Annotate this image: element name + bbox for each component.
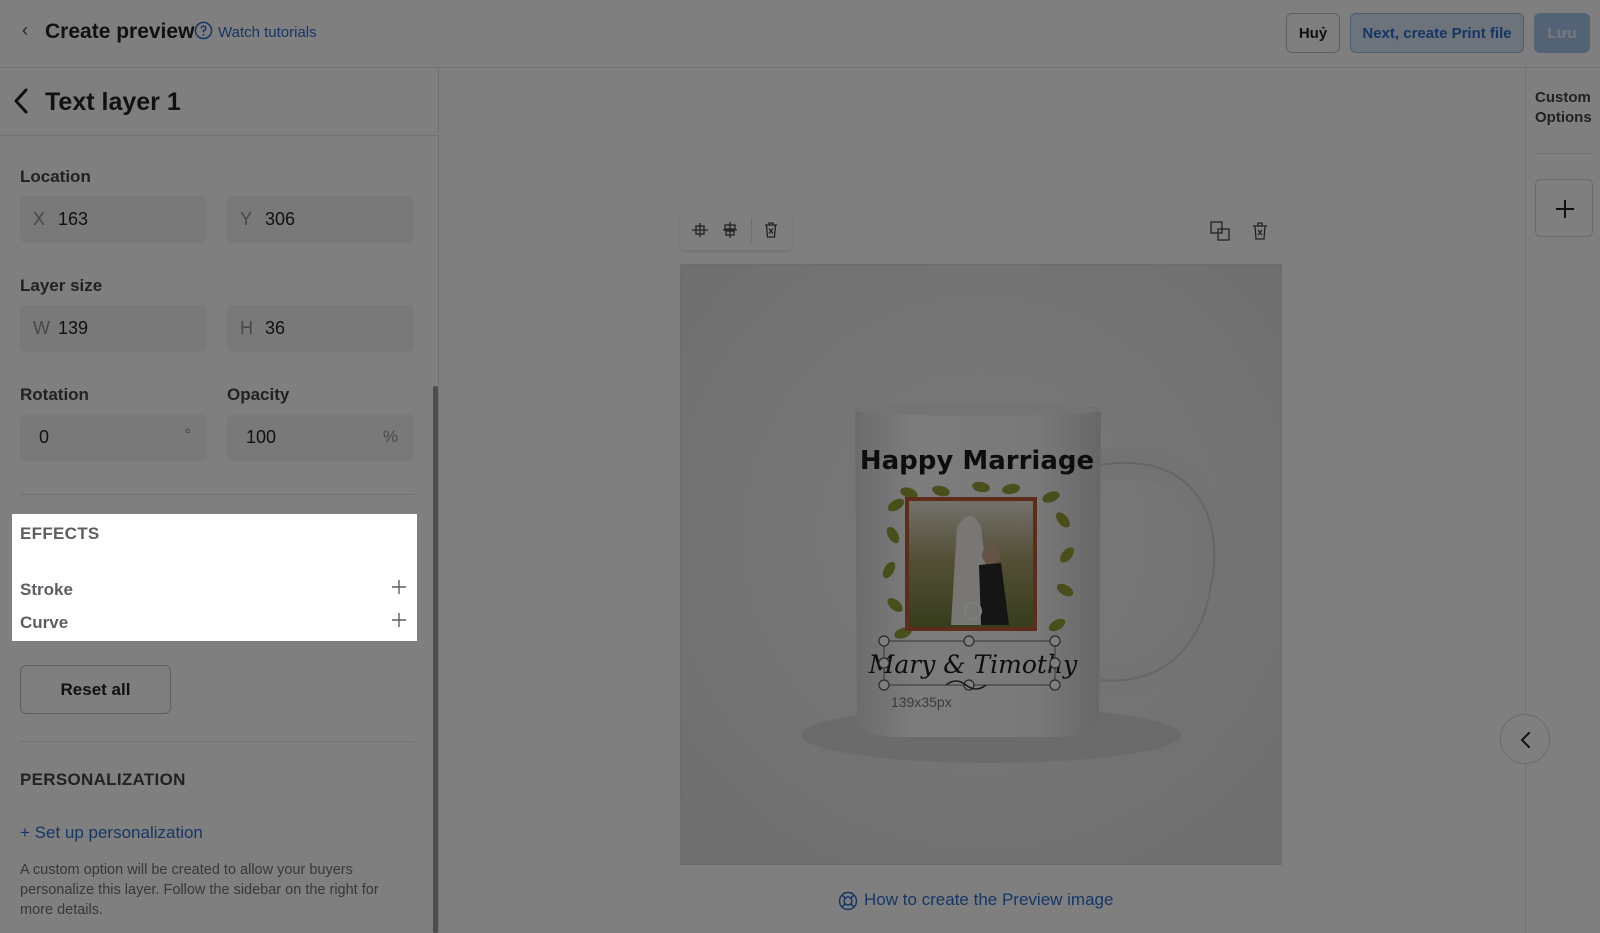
layer-size-label: Layer size xyxy=(20,276,103,295)
cancel-button[interactable]: Huỷ xyxy=(1286,13,1340,53)
effects-section: EFFECTS Stroke Curve xyxy=(12,514,417,641)
align-horizontal-center-icon[interactable] xyxy=(690,220,710,240)
mug-names-text: Mary & Timothy xyxy=(868,650,1078,679)
opacity-value: 100 xyxy=(246,427,277,447)
add-custom-option-button[interactable] xyxy=(1535,179,1593,237)
add-curve-plus-icon[interactable] xyxy=(391,612,407,628)
align-vertical-center-icon[interactable] xyxy=(720,220,740,240)
reset-all-button[interactable]: Reset all xyxy=(20,665,171,714)
percent-unit: % xyxy=(382,427,398,446)
location-x-field[interactable]: X 163 xyxy=(20,196,207,243)
section-divider xyxy=(20,741,414,742)
layer-toolbar xyxy=(680,210,792,250)
setup-personalization-link[interactable]: + Set up personalization xyxy=(20,823,203,843)
preview-help-link[interactable]: How to create the Preview image xyxy=(864,890,1113,910)
rotation-value: 0 xyxy=(39,427,50,447)
h-prefix: H xyxy=(240,318,253,338)
rotation-label: Rotation xyxy=(20,385,89,404)
plus-icon xyxy=(1556,200,1574,218)
layer-properties-panel: Text layer 1 Location X 163 Y 306 Layer … xyxy=(0,68,439,933)
back-chevron-icon[interactable]: ‹ xyxy=(22,20,28,41)
custom-options-label: Custom Options xyxy=(1535,89,1592,126)
w-prefix: W xyxy=(33,318,50,338)
panel-scrollbar[interactable] xyxy=(433,386,438,933)
layer-header: Text layer 1 xyxy=(0,68,439,136)
watch-tutorials-link[interactable]: Watch tutorials xyxy=(218,24,317,41)
delete-preview-icon[interactable] xyxy=(1249,220,1271,242)
personalization-title: PERSONALIZATION xyxy=(20,770,186,789)
mug-preview-image: Happy Marriage Mary & Timothy 139x35px xyxy=(681,265,1281,864)
back-arrow-icon[interactable] xyxy=(8,84,32,118)
rotation-field[interactable]: 0 ° xyxy=(20,414,207,461)
lifebuoy-icon xyxy=(838,891,858,911)
custom-options-sidebar: Custom Options xyxy=(1525,68,1600,933)
x-prefix: X xyxy=(33,209,46,229)
opacity-field[interactable]: 100 % xyxy=(227,414,414,461)
toolbar-separator xyxy=(751,218,752,242)
layer-height-field[interactable]: H 36 xyxy=(227,305,414,352)
layer-size-readout: 139x35px xyxy=(891,694,952,710)
x-value: 163 xyxy=(58,209,89,229)
collapse-sidebar-button[interactable] xyxy=(1500,714,1550,764)
save-button[interactable]: Lưu xyxy=(1534,13,1590,53)
stroke-label[interactable]: Stroke xyxy=(20,580,73,600)
y-value: 306 xyxy=(265,209,296,229)
w-value: 139 xyxy=(58,318,89,338)
location-label: Location xyxy=(20,167,91,186)
replace-image-icon[interactable] xyxy=(1209,220,1231,242)
layer-title: Text layer 1 xyxy=(45,88,181,116)
top-bar: ‹ Create preview Watch tutorials Huỷ Nex… xyxy=(0,0,1600,68)
layer-width-field[interactable]: W 139 xyxy=(20,305,207,352)
location-y-field[interactable]: Y 306 xyxy=(227,196,414,243)
curve-label[interactable]: Curve xyxy=(20,613,68,633)
effects-title: EFFECTS xyxy=(20,524,100,543)
degree-unit: ° xyxy=(184,425,191,444)
preview-canvas[interactable]: Happy Marriage Mary & Timothy 139x35px xyxy=(680,264,1282,865)
chevron-left-icon xyxy=(1521,732,1530,748)
sidebar-divider xyxy=(1535,153,1593,154)
opacity-label: Opacity xyxy=(227,385,290,404)
y-prefix: Y xyxy=(240,209,253,229)
page-title: Create preview xyxy=(45,20,195,43)
delete-layer-icon[interactable] xyxy=(761,220,781,240)
add-stroke-plus-icon[interactable] xyxy=(391,579,407,595)
next-create-print-file-button[interactable]: Next, create Print file xyxy=(1350,13,1524,53)
help-circle-icon[interactable] xyxy=(194,21,213,40)
mug-title-text: Happy Marriage xyxy=(860,446,1094,476)
section-divider xyxy=(20,494,414,495)
personalization-description: A custom option will be created to allow… xyxy=(20,862,379,918)
h-value: 36 xyxy=(265,318,286,338)
canvas-area: Happy Marriage Mary & Timothy 139x35px H… xyxy=(440,68,1525,933)
